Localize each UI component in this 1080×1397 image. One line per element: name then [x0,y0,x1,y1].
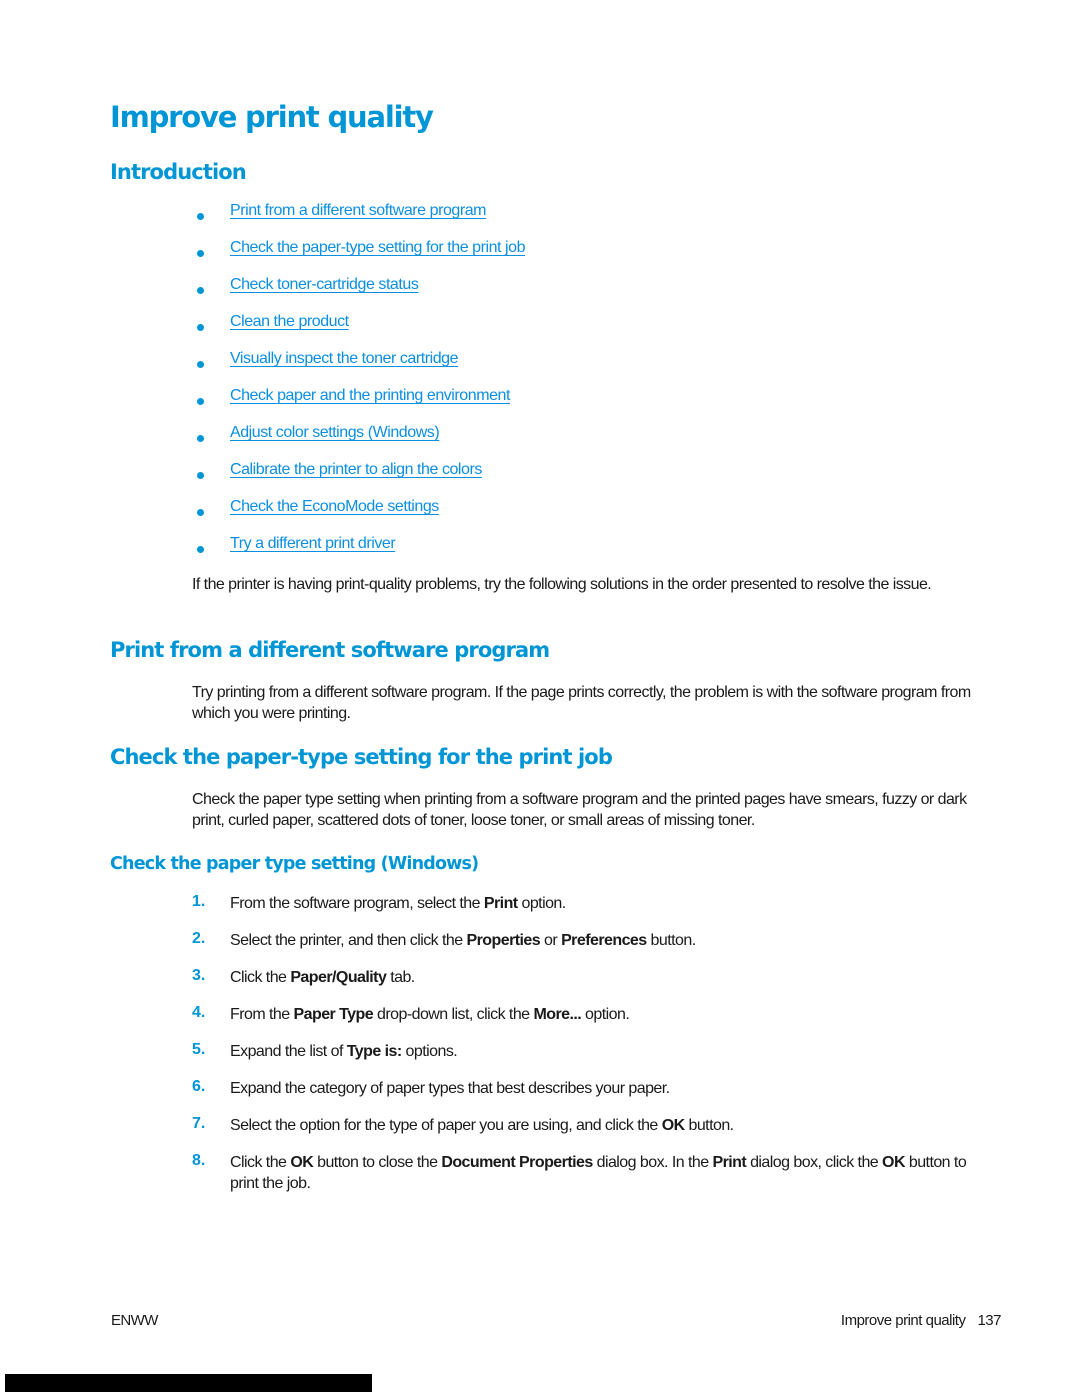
step-number: 1. [192,893,206,910]
link-clean-the-product[interactable]: Clean the product [230,313,349,331]
link-visually-inspect-toner[interactable]: Visually inspect the toner cartridge [230,350,459,368]
bullet-icon [197,546,204,553]
software-section-paragraph: Try printing from a different software p… [192,684,971,722]
introduction-heading: Introduction [110,160,247,184]
link-print-from-different-software[interactable]: Print from a different software program [230,202,486,220]
introduction-paragraph: If the printer is having print-quality p… [192,576,932,593]
step-item: 3. Click the Paper/Quality tab. [192,964,982,1001]
ui-term: Properties [466,932,541,949]
step-text: Expand the category of paper types that … [230,1080,670,1097]
ui-term: Document Properties [441,1154,593,1171]
step-item: 6. Expand the category of paper types tha… [192,1075,982,1112]
bullet-icon [197,435,204,442]
ui-term: OK [661,1117,685,1134]
software-section-heading: Print from a different software program [110,638,550,662]
step-number: 2. [192,930,206,947]
step-number: 6. [192,1078,206,1095]
bullet-icon [197,287,204,294]
ui-term: Print [712,1154,747,1171]
bullet-icon [197,472,204,479]
step-text: Select the printer, and then click the P… [230,932,696,949]
windows-steps-list: 1. From the software program, select the … [192,890,982,1199]
step-text: From the software program, select the Pr… [230,895,566,912]
link-adjust-color-settings[interactable]: Adjust color settings (Windows) [230,424,440,442]
step-number: 3. [192,967,206,984]
link-check-paper-type-setting[interactable]: Check the paper-type setting for the pri… [230,239,525,257]
bullet-icon [197,213,204,220]
page-number: 137 [977,1312,1001,1329]
step-item: 2. Select the printer, and then click the… [192,927,982,964]
step-number: 4. [192,1004,206,1021]
ui-term: More... [533,1006,582,1023]
bullet-icon [197,324,204,331]
windows-subsection-heading: Check the paper type setting (Windows) [110,854,479,874]
bullet-icon [197,509,204,516]
footer-right: Improve print quality 137 [840,1312,1002,1329]
bullet-icon [197,398,204,405]
step-item: 1. From the software program, select the … [192,890,982,927]
step-text: From the Paper Type drop-down list, clic… [230,1006,630,1023]
step-item: 4. From the Paper Type drop-down list, cl… [192,1001,982,1038]
step-text: Click the OK button to close the Documen… [230,1154,967,1192]
paper-type-section-paragraph: Check the paper type setting when printi… [192,791,967,829]
step-text: Expand the list of Type is: options. [230,1043,458,1060]
link-check-paper-environment[interactable]: Check paper and the printing environment [230,387,510,405]
ui-term: OK [882,1154,905,1171]
footer-left-label: ENWW [111,1312,158,1329]
link-check-toner-cartridge-status[interactable]: Check toner-cartridge status [230,276,419,294]
ui-term: OK [290,1154,314,1171]
page-title: Improve print quality [110,100,434,134]
ui-term: Preferences [561,932,647,949]
step-item: 5. Expand the list of Type is: options. [192,1038,982,1075]
step-item: 7. Select the option for the type of pape… [192,1112,982,1149]
redaction-bar [5,1374,372,1392]
ui-term: Paper Type [293,1006,374,1023]
link-calibrate-printer[interactable]: Calibrate the printer to align the color… [230,461,482,479]
bullet-icon [197,361,204,368]
step-item: 8. Click the OK button to close the Docum… [192,1149,982,1199]
step-number: 7. [192,1115,206,1132]
paper-type-section-heading: Check the paper-type setting for the pri… [110,745,613,769]
link-different-print-driver[interactable]: Try a different print driver [230,535,396,553]
step-text: Click the Paper/Quality tab. [230,969,415,986]
ui-term: Type is: [346,1043,402,1060]
bullet-icon [197,250,204,257]
ui-term: Print [483,895,518,912]
step-number: 8. [192,1152,206,1169]
step-text: Select the option for the type of paper … [230,1117,734,1134]
step-number: 5. [192,1041,206,1058]
footer-chapter-title: Improve print quality [840,1312,966,1329]
ui-term: Paper/Quality [290,969,387,986]
link-economode-settings[interactable]: Check the EconoMode settings [230,498,439,516]
